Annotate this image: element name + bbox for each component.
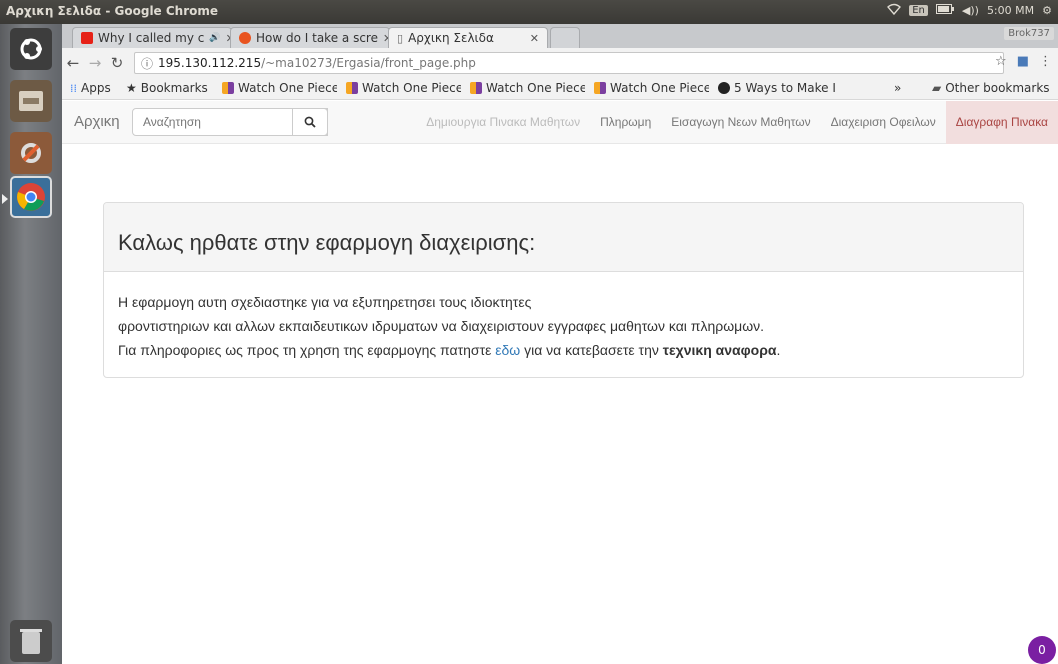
nav-create-student-table[interactable]: Δημιουργια Πινακα Μαθητων: [416, 101, 590, 144]
bookmark-favicon: [470, 82, 482, 94]
bookmark-label: Watch One Piece: [486, 81, 585, 95]
panel-text-line: φροντιστηριων και αλλων εκπαιδευτικων ιδ…: [118, 318, 765, 334]
wikihow-icon: [718, 82, 730, 94]
welcome-panel: Καλως ηρθατε στην εφαρμογη διαχειρισης: …: [103, 202, 1024, 378]
panel-body: Η εφαρμογη αυτη σχεδιαστηκε για να εξυπη…: [104, 272, 1023, 377]
window-title: Αρχικη Σελιδα - Google Chrome: [6, 4, 219, 18]
bookmark-label: Watch One Piece: [610, 81, 709, 95]
profile-button[interactable]: Brok737: [1004, 27, 1054, 40]
download-report-link[interactable]: εδω: [495, 342, 520, 358]
notification-badge[interactable]: 0: [1028, 636, 1056, 664]
nav-add-students[interactable]: Εισαγωγη Νεων Μαθητων: [661, 101, 820, 144]
search-button[interactable]: [292, 108, 328, 136]
tab-youtube[interactable]: Why I called my c 🔊 ✕: [72, 27, 232, 48]
bookmark-item[interactable]: Watch One Piece: [222, 81, 337, 95]
tab-title: How do I take a scre: [256, 31, 378, 45]
files-icon[interactable]: [10, 80, 52, 122]
text-fragment: Για πληροφοριες ως προς τη χρηση της εφα…: [118, 342, 496, 358]
bookmark-apps[interactable]: ⁞⁞ Apps: [70, 81, 111, 95]
address-host: 195.130.112.215: [158, 56, 262, 70]
search-icon: [304, 116, 316, 128]
bookmark-item[interactable]: Watch One Piece: [470, 81, 585, 95]
bookmark-label: Watch One Piece: [362, 81, 461, 95]
bookmark-favicon: [594, 82, 606, 94]
panel-title: Καλως ηρθατε στην εφαρμογη διαχειρισης:: [104, 203, 1023, 272]
chevron-double-right-icon: »: [894, 81, 902, 95]
ubuntu-top-panel: Αρχικη Σελιδα - Google Chrome En ◀)) 5:0…: [0, 0, 1058, 24]
bookmark-label: Apps: [81, 81, 111, 95]
keyboard-layout-indicator[interactable]: En: [909, 5, 928, 16]
gear-icon[interactable]: ⚙: [1042, 4, 1052, 17]
info-icon[interactable]: ⓘ: [141, 55, 153, 72]
bookmark-favicon: [222, 82, 234, 94]
panel-text-line: Η εφαρμογη αυτη σχεδιαστηκε για να εξυπη…: [118, 294, 532, 310]
bookmark-item[interactable]: 5 Ways to Make I: [718, 81, 836, 95]
bookmark-label: Watch One Piece: [238, 81, 337, 95]
other-bookmarks[interactable]: ▰ Other bookmarks: [932, 81, 1050, 95]
nav-payment[interactable]: Πληρωμη: [590, 101, 661, 144]
chrome-window: Why I called my c 🔊 ✕ How do I take a sc…: [62, 24, 1058, 664]
bookmark-item[interactable]: Watch One Piece: [346, 81, 461, 95]
wifi-icon[interactable]: [887, 3, 902, 18]
clock[interactable]: 5:00 ΜΜ: [987, 4, 1034, 17]
system-tray: En ◀)) 5:00 ΜΜ ⚙: [887, 3, 1052, 18]
back-icon[interactable]: ←: [62, 54, 84, 72]
text-fragment: για να κατεβασετε την: [520, 342, 663, 358]
tab-title: Αρχικη Σελιδα: [408, 31, 494, 45]
reload-icon[interactable]: ↻: [106, 54, 128, 72]
nav-delete-table[interactable]: Διαγραφη Πινακα: [945, 101, 1058, 144]
page-icon: ▯: [397, 31, 404, 45]
bookmark-item[interactable]: Watch One Piece: [594, 81, 709, 95]
star-icon: ★: [126, 81, 137, 95]
bookmarks-overflow-button[interactable]: »: [894, 81, 901, 95]
launcher-active-indicator: [2, 194, 8, 204]
ubuntu-dash-icon[interactable]: [10, 28, 52, 70]
unity-launcher: [0, 24, 62, 664]
brand-link[interactable]: Αρχικη: [74, 113, 120, 130]
panel-text-line: Για πληροφοριες ως προς τη χρηση της εφα…: [118, 338, 1009, 362]
menu-icon[interactable]: ⋮: [1039, 54, 1052, 69]
address-path: /~ma10273/Ergasia/front_page.php: [261, 56, 476, 70]
bookmark-folder[interactable]: ★ Bookmarks: [126, 81, 208, 95]
trash-icon[interactable]: [10, 620, 52, 662]
new-tab-button[interactable]: [550, 27, 580, 48]
bookmark-label: Other bookmarks: [945, 81, 1050, 95]
tab-home-page[interactable]: ▯ Αρχικη Σελιδα ✕: [388, 27, 548, 48]
forward-icon[interactable]: →: [84, 54, 106, 72]
tab-title: Why I called my c: [98, 31, 205, 45]
web-page: Αρχικη Δημιουργια Πινακα Μαθητων Πληρωμη…: [62, 101, 1058, 664]
bookmark-star-icon[interactable]: ☆: [995, 54, 1007, 69]
text-fragment: .: [776, 342, 781, 358]
technical-report-text: τεχνικη αναφορα: [662, 342, 777, 358]
address-bar[interactable]: ⓘ 195.130.112.215/~ma10273/Ergasia/front…: [134, 52, 1004, 74]
chrome-icon[interactable]: [10, 176, 52, 218]
bookmarks-bar: ⁞⁞ Apps ★ Bookmarks Watch One Piece Watc…: [62, 78, 1058, 100]
youtube-icon: [81, 32, 93, 44]
nav-links: Δημιουργια Πινακα Μαθητων Πληρωμη Εισαγω…: [416, 101, 1058, 144]
bookmark-label: Bookmarks: [140, 81, 208, 95]
bookmark-label: 5 Ways to Make I: [734, 81, 836, 95]
bookmark-favicon: [346, 82, 358, 94]
tab-askubuntu[interactable]: How do I take a scre ✕: [230, 27, 390, 48]
audio-icon: 🔊: [209, 33, 221, 43]
apps-icon: ⁞⁞: [70, 81, 77, 95]
site-navbar: Αρχικη Δημιουργια Πινακα Μαθητων Πληρωμη…: [62, 101, 1058, 144]
volume-icon[interactable]: ◀)): [962, 4, 979, 17]
close-icon[interactable]: ✕: [530, 32, 539, 45]
browser-toolbar: ← → ↻ ⓘ 195.130.112.215/~ma10273/Ergasia…: [62, 48, 1058, 78]
extension-icon[interactable]: ■: [1017, 54, 1029, 69]
battery-icon[interactable]: [935, 4, 954, 17]
system-settings-icon[interactable]: [10, 132, 52, 174]
nav-manage-debts[interactable]: Διαχειριση Οφειλων: [821, 101, 946, 144]
folder-icon: ▰: [932, 81, 942, 95]
tab-strip: Why I called my c 🔊 ✕ How do I take a sc…: [62, 24, 1058, 48]
askubuntu-icon: [239, 32, 251, 44]
